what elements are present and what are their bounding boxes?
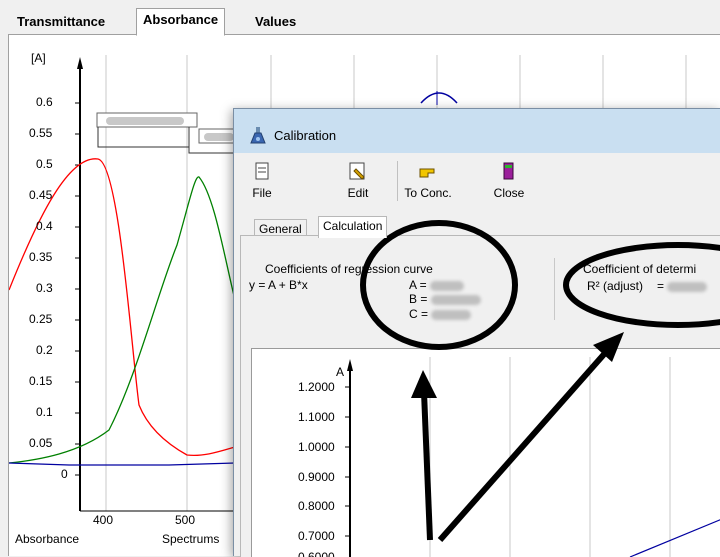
y-tick-label: 0.55 (29, 126, 53, 140)
coef-a-row: A = (409, 278, 465, 292)
coef-b-label: B = (409, 292, 428, 306)
file-button-label: File (252, 186, 272, 200)
coef-c-value-redacted (431, 309, 472, 320)
r2-value-redacted (667, 281, 708, 292)
cal-y-tick: 0.6000 (298, 550, 335, 557)
r2-row: = (657, 279, 708, 293)
coef-b-row: B = (409, 292, 481, 306)
dialog-titlebar[interactable]: Calibration (234, 109, 720, 153)
coef-a-label: A = (409, 278, 427, 292)
cal-y-tick: 0.9000 (298, 470, 335, 484)
dialog-tab-strip: General Calculation (234, 211, 720, 238)
file-icon (255, 162, 269, 180)
y-tick-label: 0.4 (36, 219, 53, 233)
edit-icon (349, 162, 365, 180)
peak-bracket-1 (97, 127, 190, 148)
y-tick-label: 0.2 (36, 343, 53, 357)
cal-y-tick: 1.2000 (298, 380, 335, 394)
flask-icon (250, 127, 266, 144)
file-button[interactable]: File (242, 159, 282, 205)
y-tick-label: 0.6 (36, 95, 53, 109)
y-tick-label: 0.45 (29, 188, 53, 202)
edit-button-label: Edit (347, 186, 369, 200)
main-tab-strip: Transmittance Absorbance Values (0, 0, 720, 36)
y-tick-label: 0.5 (36, 157, 53, 171)
spectrum-footer-absorbance: Absorbance (15, 532, 80, 546)
tab-calculation[interactable]: Calculation (318, 216, 388, 238)
y-tick-label: 0.15 (29, 374, 53, 388)
regression-heading: Coefficients of regression curve (265, 262, 433, 276)
peak-bracket-2 (188, 143, 234, 154)
close-button[interactable]: Close (489, 159, 529, 205)
door-exit-icon (503, 162, 514, 180)
calibration-grid (429, 357, 671, 557)
toolbar-separator (397, 161, 398, 201)
peak-label-1-blur (106, 117, 184, 125)
coef-b-value-redacted (430, 294, 481, 305)
calibration-y-arrow-icon (347, 359, 353, 371)
cal-y-tick: 1.1000 (298, 410, 335, 424)
dialog-title: Calibration (274, 128, 337, 143)
calibration-graph: A 1.2000 1.1000 1.0000 0.9000 0.8000 0.7… (251, 348, 720, 557)
tab-absorbance[interactable]: Absorbance (136, 8, 226, 36)
cal-y-tick: 0.7000 (298, 529, 335, 543)
regression-formula: y = A + B*x (249, 278, 308, 292)
coef-c-label: C = (409, 307, 429, 321)
tab-values[interactable]: Values (248, 10, 303, 34)
to-conc-button[interactable]: To Conc. (400, 159, 456, 205)
r2-eq: = (657, 279, 665, 293)
edit-button[interactable]: Edit (338, 159, 378, 205)
pointing-hand-icon (419, 168, 435, 178)
y-tick-label: 0.25 (29, 312, 53, 326)
cal-y-tick: 1.0000 (298, 440, 335, 454)
to-conc-button-label: To Conc. (404, 186, 452, 200)
tab-transmittance[interactable]: Transmittance (10, 10, 112, 34)
y-axis-unit: [A] (31, 51, 46, 65)
y-tick-label: 0.3 (36, 281, 53, 295)
y-axis-arrow-icon (77, 57, 83, 69)
cal-y-tick: 0.8000 (298, 499, 335, 513)
r2-label: R² (adjust) (587, 279, 644, 293)
coef-a-value-redacted (430, 280, 465, 291)
calibration-y-label: A (336, 365, 345, 379)
calibration-curve (629, 519, 720, 557)
group-separator (554, 258, 555, 320)
y-tick-label: 0 (61, 467, 68, 481)
dialog-toolbar: File Edit To Conc. Close (234, 153, 720, 211)
peak-label-2-blur (204, 133, 234, 141)
series-blue (9, 462, 236, 466)
calibration-dialog: Calibration File Edit To Conc. Close Gen… (233, 108, 720, 557)
spectrum-footer-spectrums: Spectrums (162, 532, 220, 546)
y-tick-label: 0.05 (29, 436, 53, 450)
y-tick-label: 0.1 (36, 405, 53, 419)
y-tick-label: 0.35 (29, 250, 53, 264)
determination-heading: Coefficient of determi (583, 262, 697, 276)
x-tick-label: 400 (93, 513, 114, 527)
coef-c-row: C = (409, 307, 472, 321)
spectrum-peak-blue (420, 92, 458, 104)
close-button-label: Close (493, 186, 525, 200)
x-tick-label: 500 (175, 513, 196, 527)
